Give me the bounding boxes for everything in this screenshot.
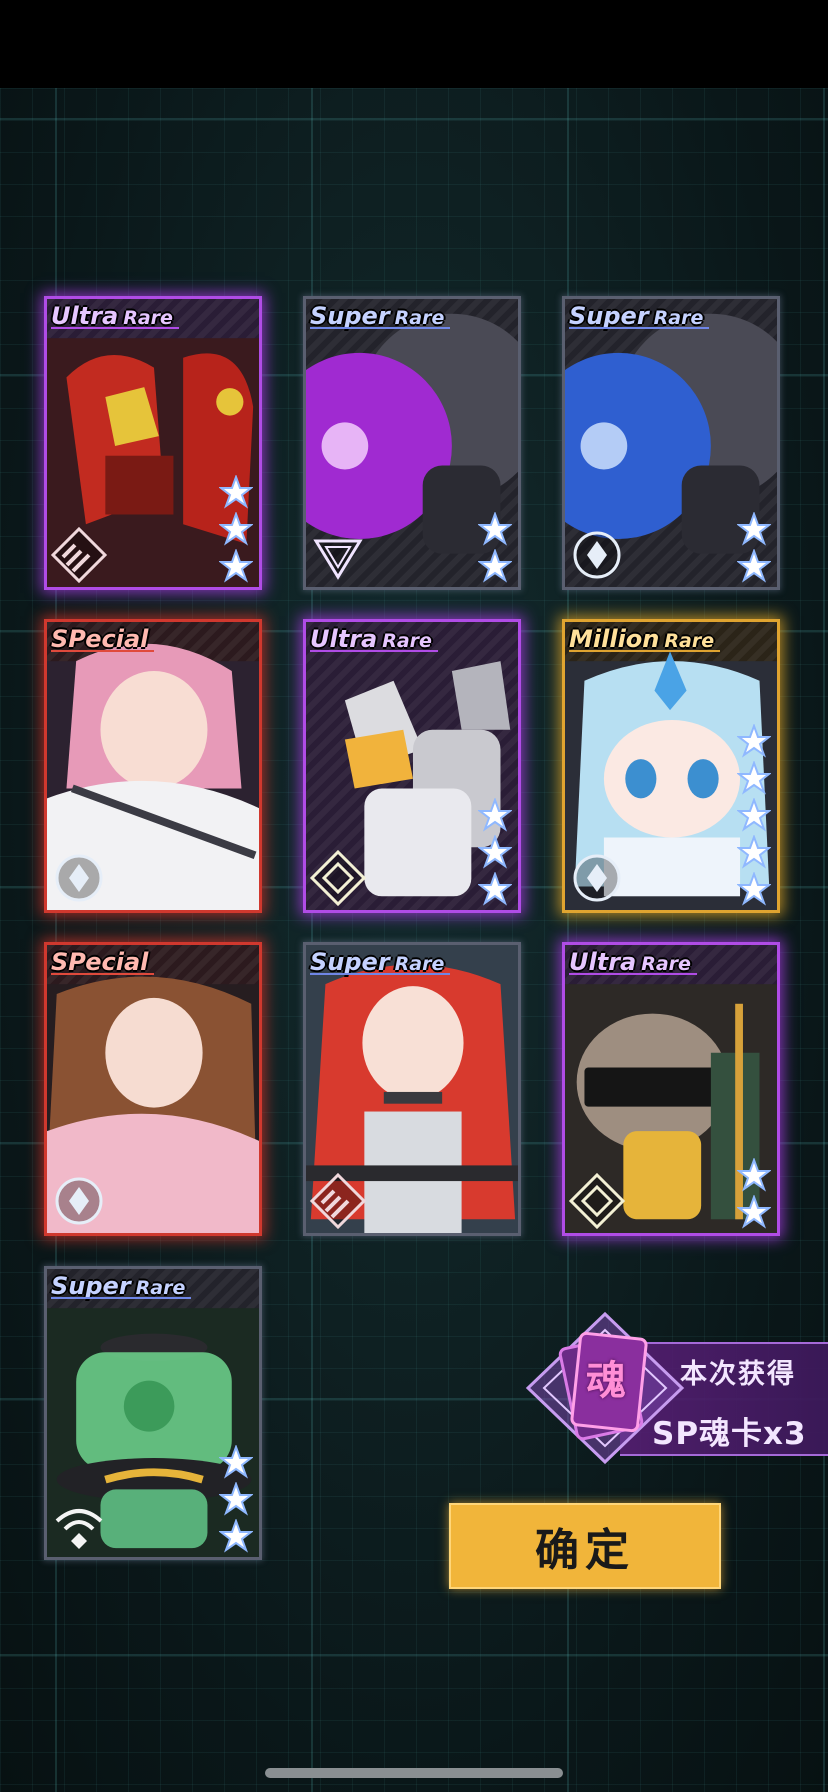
rarity-secondary: Rare	[664, 630, 715, 652]
rarity-primary: Ultra	[310, 625, 378, 653]
rank-wifi-icon	[55, 1509, 103, 1549]
star-icon	[737, 761, 771, 795]
character-card[interactable]: Ultra Rare	[562, 942, 780, 1236]
rarity-secondary: Rare	[641, 953, 691, 975]
star-icon	[737, 1195, 771, 1229]
rarity-label: Ultra Rare	[310, 622, 438, 656]
rarity-label: Super Rare	[310, 945, 451, 979]
character-card[interactable]: Ultra Rare	[303, 619, 521, 913]
star-icon	[478, 872, 512, 906]
character-card[interactable]: SPecial	[44, 942, 262, 1236]
rank-stripes-icon	[51, 527, 107, 583]
home-indicator[interactable]	[265, 1768, 563, 1778]
confirm-button[interactable]: 确定	[449, 1503, 721, 1589]
star-icon	[219, 1482, 253, 1516]
star-icon	[737, 872, 771, 906]
reward-title: 本次获得	[680, 1359, 796, 1390]
rank-triangle-icon	[313, 539, 363, 580]
star-icon	[478, 798, 512, 832]
rank-diamond-icon	[310, 850, 366, 906]
star-icon	[737, 835, 771, 869]
rarity-primary: Super	[310, 948, 390, 976]
rank-diamond-icon	[569, 1173, 625, 1229]
rarity-primary: Ultra	[51, 302, 119, 330]
character-card[interactable]: Super Rare	[303, 942, 521, 1236]
star-rating	[219, 475, 253, 583]
star-icon	[219, 1519, 253, 1553]
rarity-label: Super Rare	[569, 299, 710, 333]
reward-amount: SP魂卡x3	[652, 1416, 807, 1452]
rarity-label: Ultra Rare	[569, 945, 697, 979]
rarity-primary: Million	[569, 625, 660, 653]
rarity-label: SPecial	[51, 622, 155, 656]
star-rating	[737, 724, 771, 906]
rarity-secondary: Rare	[394, 953, 445, 975]
star-icon	[478, 835, 512, 869]
rank-circle-icon	[573, 531, 621, 579]
rarity-label: Ultra Rare	[51, 299, 179, 333]
star-rating	[737, 1158, 771, 1229]
character-card[interactable]: Ultra Rare	[44, 296, 262, 590]
character-card[interactable]: Million Rare	[562, 619, 780, 913]
star-icon	[737, 798, 771, 832]
star-icon	[737, 1158, 771, 1192]
rarity-label: SPecial	[51, 945, 155, 979]
star-icon	[737, 512, 771, 546]
star-icon	[737, 724, 771, 758]
star-icon	[219, 512, 253, 546]
rarity-secondary: Rare	[394, 307, 445, 329]
star-rating	[219, 1445, 253, 1553]
rarity-primary: Super	[51, 1272, 131, 1300]
rarity-secondary: Rare	[653, 307, 704, 329]
rarity-label: Super Rare	[310, 299, 451, 333]
rank-circle-icon	[55, 854, 103, 902]
rarity-primary: Ultra	[569, 948, 637, 976]
status-bar	[0, 0, 828, 88]
character-card[interactable]: SPecial	[44, 619, 262, 913]
reward-banner: 魂 本次获得 SP魂卡x3	[520, 1306, 828, 1470]
rarity-primary: SPecial	[51, 948, 149, 976]
character-card[interactable]: Super Rare	[44, 1266, 262, 1560]
rarity-secondary: Rare	[135, 1277, 186, 1299]
rank-stripes-icon	[310, 1173, 366, 1229]
rarity-secondary: Rare	[382, 630, 432, 652]
star-icon	[219, 1445, 253, 1479]
rarity-primary: Super	[310, 302, 390, 330]
rarity-label: Super Rare	[51, 1269, 192, 1303]
star-rating	[478, 512, 512, 583]
star-icon	[478, 512, 512, 546]
rarity-primary: Super	[569, 302, 649, 330]
star-rating	[737, 512, 771, 583]
star-icon	[737, 549, 771, 583]
star-icon	[219, 475, 253, 509]
character-card[interactable]: Super Rare	[562, 296, 780, 590]
star-icon	[478, 549, 512, 583]
star-icon	[219, 549, 253, 583]
star-rating	[478, 798, 512, 906]
rank-circle-icon	[55, 1177, 103, 1225]
character-card[interactable]: Super Rare	[303, 296, 521, 590]
rank-circle-icon	[573, 854, 621, 902]
soul-char: 魂	[586, 1358, 626, 1404]
rarity-primary: SPecial	[51, 625, 149, 653]
rarity-label: Million Rare	[569, 622, 721, 656]
rarity-secondary: Rare	[123, 307, 173, 329]
